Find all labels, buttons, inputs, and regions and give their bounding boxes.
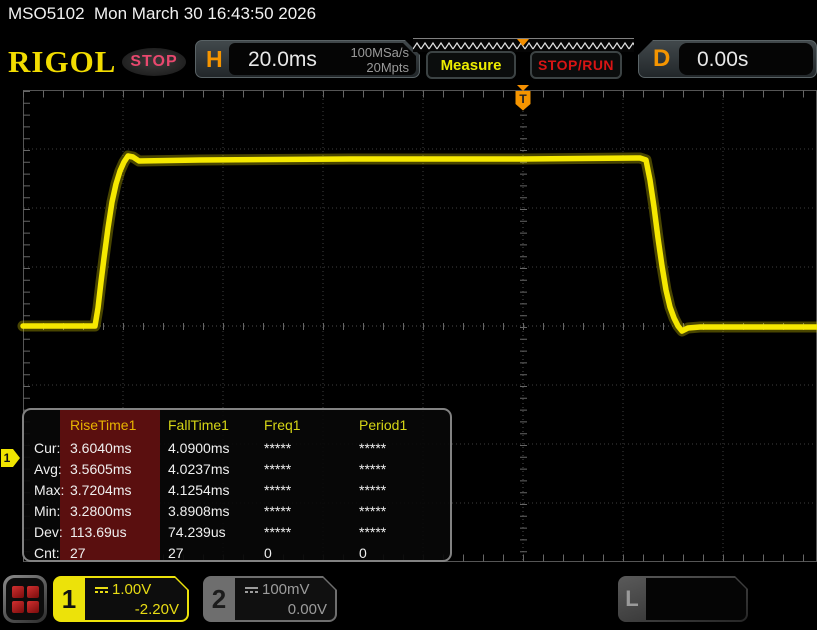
ch1-trace-glow bbox=[17, 150, 817, 337]
channel-2-offset: 0.00V bbox=[287, 601, 327, 618]
measurement-row-label: Max: bbox=[34, 482, 65, 498]
measurement-value: 27 bbox=[168, 545, 184, 561]
measurement-value: 4.1254ms bbox=[168, 482, 230, 498]
measurement-value: ***** bbox=[359, 524, 387, 540]
channel-1-status[interactable]: 1 1.00V -2.20V bbox=[53, 576, 189, 622]
measurement-col-header[interactable]: Period1 bbox=[357, 412, 450, 438]
measurement-table: RiseTime1 FallTime1 Freq1 Period1 Cur: 3… bbox=[22, 408, 452, 562]
channel-1-offset: -2.20V bbox=[134, 601, 179, 618]
measurement-row-label: Dev: bbox=[34, 524, 63, 540]
measurement-value: ***** bbox=[264, 524, 292, 540]
channel-1-scale-value: 1.00V bbox=[112, 581, 152, 598]
measurement-value: 4.0237ms bbox=[168, 461, 230, 477]
measurement-value: 3.5605ms bbox=[70, 461, 132, 477]
measurement-value: ***** bbox=[359, 503, 387, 519]
measurement-value: 27 bbox=[70, 545, 86, 561]
measurement-value: ***** bbox=[264, 440, 292, 456]
logic-channel-numbers: 0 1 2 3 4 5 6 7 8 9 10 11 12 13 14 15 bbox=[646, 578, 746, 620]
ch1-marker-number: 1 bbox=[4, 451, 11, 465]
measurement-col-header[interactable]: Freq1 bbox=[262, 412, 357, 438]
dc-coupling-icon bbox=[95, 587, 108, 593]
measurement-value: ***** bbox=[264, 503, 292, 519]
oscilloscope-screen: MSO5102 Mon March 30 16:43:50 2026 RIGOL… bbox=[0, 0, 817, 630]
measurement-value: 113.69us bbox=[70, 524, 127, 540]
measurement-value: 74.239us bbox=[168, 524, 226, 540]
measurement-row-label: Avg: bbox=[34, 461, 62, 477]
channel-1-number: 1 bbox=[61, 584, 77, 614]
channel-2-number: 2 bbox=[211, 584, 227, 614]
measurement-value: ***** bbox=[264, 461, 292, 477]
dc-coupling-icon bbox=[245, 587, 258, 593]
measurement-value: 0 bbox=[359, 545, 367, 561]
trigger-marker-letter: T bbox=[519, 92, 527, 106]
channel-1-scale: 1.00V bbox=[95, 581, 151, 598]
measurement-value: ***** bbox=[359, 461, 387, 477]
channel-2-scale: 100mV bbox=[245, 581, 310, 598]
measurement-row-label: Cur: bbox=[34, 440, 61, 456]
logic-channels-status[interactable]: L 0 1 2 3 4 5 6 7 8 9 10 11 12 13 14 15 bbox=[618, 576, 748, 622]
measurement-value: ***** bbox=[359, 440, 387, 456]
measurement-value: ***** bbox=[359, 482, 387, 498]
trigger-position-icon[interactable]: T bbox=[515, 85, 531, 111]
measurement-value: 3.8908ms bbox=[168, 503, 230, 519]
measurement-col-header[interactable]: RiseTime1 bbox=[68, 412, 166, 438]
measurement-value: ***** bbox=[264, 482, 292, 498]
measurement-value: 4.0900ms bbox=[168, 440, 230, 456]
logic-label: L bbox=[625, 586, 639, 611]
ch1-trace bbox=[20, 153, 817, 334]
menu-grid-button[interactable] bbox=[3, 575, 47, 623]
menu-grid-inner bbox=[6, 578, 44, 620]
measurement-value: 3.7204ms bbox=[70, 482, 132, 498]
channel-2-scale-value: 100mV bbox=[262, 581, 310, 598]
measurement-value: 3.6040ms bbox=[70, 440, 132, 456]
ch1-ground-marker[interactable]: 1 bbox=[1, 449, 20, 467]
channel-2-status[interactable]: 2 100mV 0.00V bbox=[203, 576, 337, 622]
measurement-row-label: Min: bbox=[34, 503, 61, 519]
measurement-row-label: Cnt: bbox=[34, 545, 60, 561]
measurement-value: 3.2800ms bbox=[70, 503, 132, 519]
measurement-col-header[interactable]: FallTime1 bbox=[166, 412, 262, 438]
grid-icon bbox=[11, 585, 39, 613]
measurement-value: 0 bbox=[264, 545, 272, 561]
measurement-corner bbox=[32, 412, 68, 438]
